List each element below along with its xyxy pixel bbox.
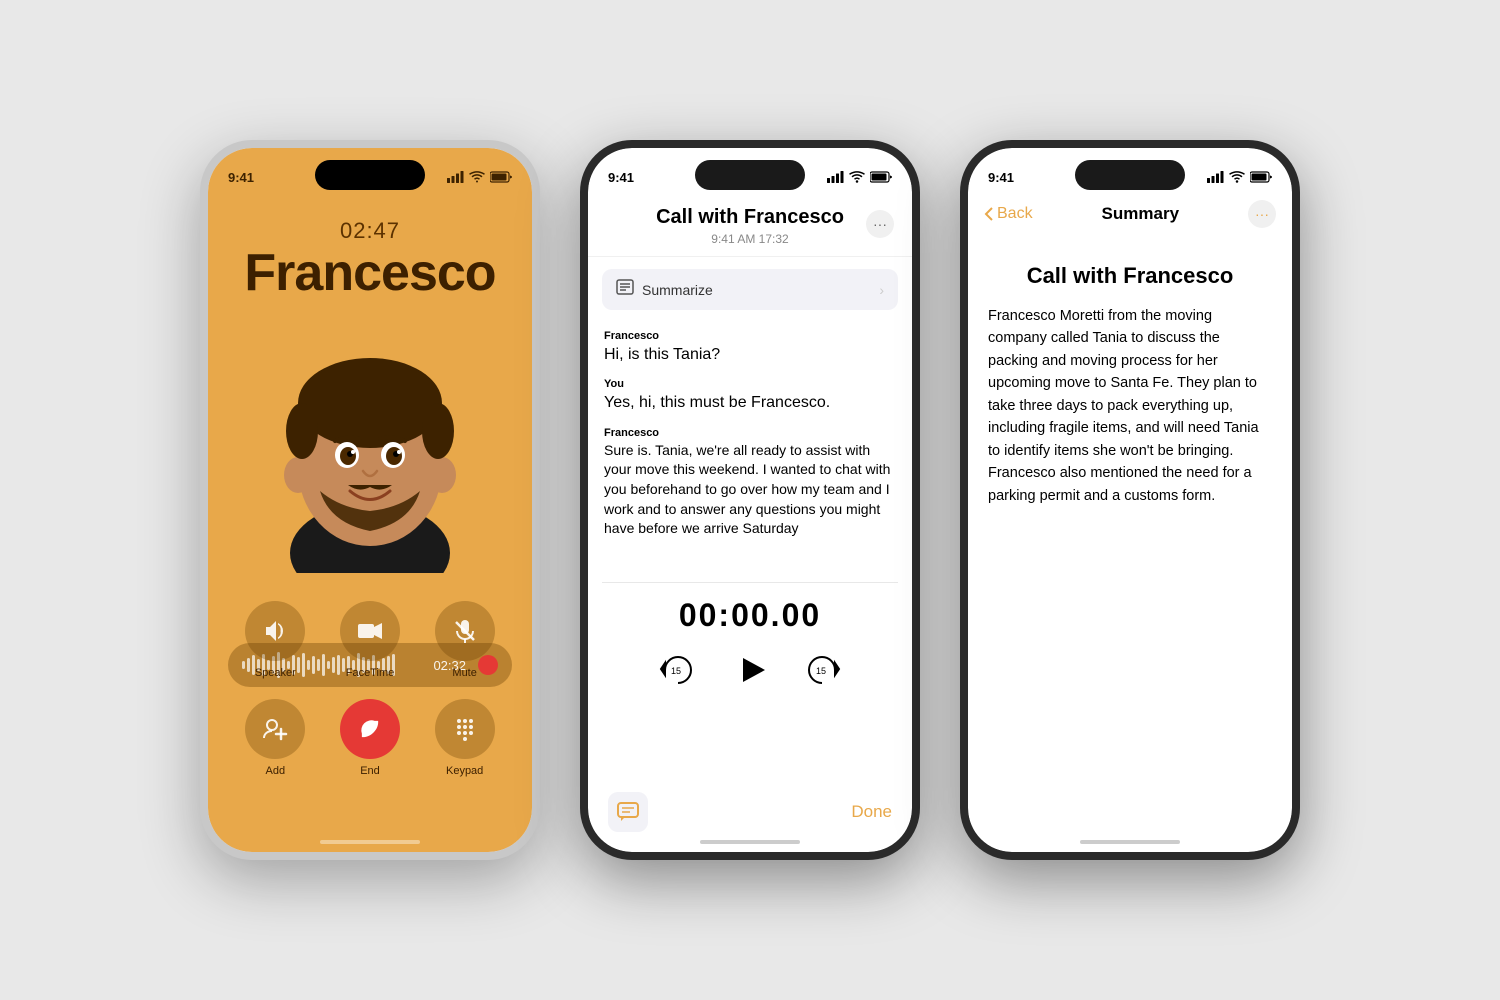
end-button[interactable]: End xyxy=(340,699,400,777)
mute-button[interactable]: Mute xyxy=(435,601,495,679)
transcript-subtitle: 9:41 AM 17:32 xyxy=(608,232,892,246)
msg-text-1: Hi, is this Tania? xyxy=(604,344,896,366)
status-bar-3: 9:41 xyxy=(968,148,1292,198)
done-button[interactable]: Done xyxy=(851,802,892,822)
btn-row-2: Add End Keypad xyxy=(228,699,512,777)
add-button[interactable]: Add xyxy=(245,699,305,777)
mute-label: Mute xyxy=(452,667,476,679)
phone-1: 9:41 02:47 Francesco xyxy=(200,140,540,860)
more-button-3[interactable]: ··· xyxy=(1248,200,1276,228)
summarize-left: Summarize xyxy=(616,279,713,300)
avatar-container xyxy=(260,313,480,573)
call-name: Francesco xyxy=(208,243,532,303)
speaker-label: Speaker xyxy=(255,667,296,679)
summary-content: Call with Francesco Francesco Moretti fr… xyxy=(968,243,1292,852)
msg-speaker-3: Francesco xyxy=(604,427,896,439)
keypad-label: Keypad xyxy=(446,765,483,777)
home-indicator-2 xyxy=(700,840,800,844)
status-icons-3 xyxy=(1207,171,1272,183)
svg-text:15: 15 xyxy=(671,666,681,676)
summarize-bar[interactable]: Summarize › xyxy=(602,269,898,310)
back-label: Back xyxy=(997,205,1033,223)
status-icons-2 xyxy=(827,171,892,183)
speaker-button[interactable]: Speaker xyxy=(245,601,305,679)
battery-icon-2 xyxy=(870,171,892,183)
message-1: Francesco Hi, is this Tania? xyxy=(604,330,896,366)
msg-text-3: Sure is. Tania, we're all ready to assis… xyxy=(604,441,896,539)
signal-icon-3 xyxy=(1207,171,1224,183)
transcript-footer: Done xyxy=(608,792,892,832)
message-3: Francesco Sure is. Tania, we're all read… xyxy=(604,427,896,539)
home-indicator-1 xyxy=(320,840,420,844)
message-2: You Yes, hi, this must be Francesco. xyxy=(604,378,896,414)
transcript-icon[interactable] xyxy=(608,792,648,832)
call-timer: 02:47 xyxy=(208,218,532,244)
signal-icon xyxy=(447,171,464,183)
nav-title: Summary xyxy=(1102,204,1179,224)
battery-icon xyxy=(490,171,512,183)
rewind-button[interactable]: 15 xyxy=(656,648,700,692)
summary-nav: Back Summary ··· xyxy=(968,200,1292,228)
dynamic-island-1 xyxy=(315,160,425,190)
call-screen: 9:41 02:47 Francesco xyxy=(208,148,532,852)
transcript-title: Call with Francesco xyxy=(608,206,892,229)
summarize-chevron-icon: › xyxy=(879,282,884,298)
memoji-avatar xyxy=(260,313,480,573)
msg-speaker-1: Francesco xyxy=(604,330,896,342)
summary-body: Francesco Moretti from the moving compan… xyxy=(988,305,1272,507)
call-buttons: Speaker FaceTime Mute xyxy=(228,601,512,797)
phone-2: 9:41 Call with Francesco 9:41 AM 17:32 ·… xyxy=(580,140,920,860)
msg-text-2: Yes, hi, this must be Francesco. xyxy=(604,392,896,414)
svg-text:15: 15 xyxy=(816,666,826,676)
playback-section: 00:00.00 15 xyxy=(588,583,912,706)
phone-3: 9:41 Back Summary ··· Call with Francesc… xyxy=(960,140,1300,860)
forward-button[interactable]: 15 xyxy=(800,648,844,692)
wifi-icon-2 xyxy=(849,171,865,183)
wifi-icon xyxy=(469,171,485,183)
transcript-messages: Francesco Hi, is this Tania? You Yes, hi… xyxy=(588,322,912,582)
playback-timer: 00:00.00 xyxy=(679,597,821,634)
home-indicator-3 xyxy=(1080,840,1180,844)
summarize-icon xyxy=(616,279,634,300)
status-time-3: 9:41 xyxy=(988,170,1014,185)
status-icons-1 xyxy=(447,171,512,183)
dynamic-island-2 xyxy=(695,160,805,190)
dynamic-island-3 xyxy=(1075,160,1185,190)
end-label: End xyxy=(360,765,380,777)
status-time-1: 9:41 xyxy=(228,170,254,185)
transcript-screen: 9:41 Call with Francesco 9:41 AM 17:32 ·… xyxy=(588,148,912,852)
battery-icon-3 xyxy=(1250,171,1272,183)
wifi-icon-3 xyxy=(1229,171,1245,183)
summary-screen: 9:41 Back Summary ··· Call with Francesc… xyxy=(968,148,1292,852)
status-bar-1: 9:41 xyxy=(208,148,532,198)
msg-speaker-2: You xyxy=(604,378,896,390)
summary-title: Call with Francesco xyxy=(988,263,1272,289)
playback-controls: 15 15 xyxy=(656,648,844,692)
add-label: Add xyxy=(266,765,286,777)
back-button[interactable]: Back xyxy=(984,205,1033,223)
status-bar-2: 9:41 xyxy=(588,148,912,198)
status-time-2: 9:41 xyxy=(608,170,634,185)
play-button[interactable] xyxy=(728,648,772,692)
facetime-label: FaceTime xyxy=(346,667,395,679)
signal-icon-2 xyxy=(827,171,844,183)
keypad-button[interactable]: Keypad xyxy=(435,699,495,777)
btn-row-1: Speaker FaceTime Mute xyxy=(228,601,512,679)
facetime-button[interactable]: FaceTime xyxy=(340,601,400,679)
more-button-2[interactable]: ··· xyxy=(866,210,894,238)
summarize-text: Summarize xyxy=(642,282,713,298)
